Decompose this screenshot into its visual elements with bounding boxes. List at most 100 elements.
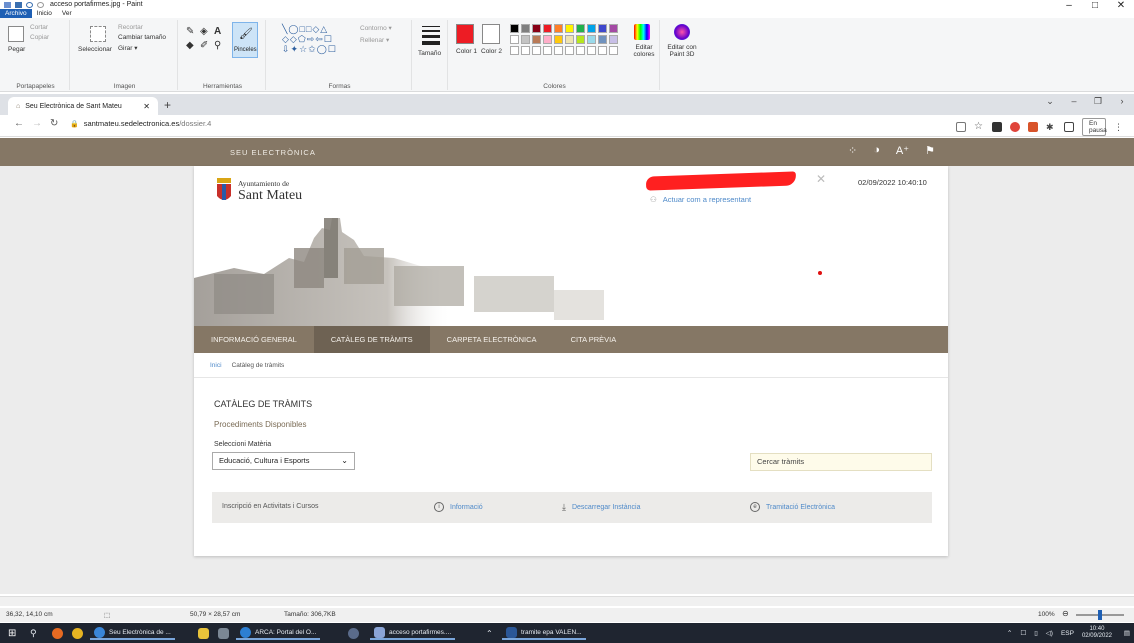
shapes-gallery-row3-icon[interactable]: ⇩✦☆✩◯☐ [282,44,337,55]
back-icon[interactable]: ← [14,118,24,129]
palette-empty-swatch[interactable] [587,46,596,55]
taskbar-app-word[interactable]: tramite epa VALEN... [502,626,586,640]
sidepanel-icon[interactable] [1064,122,1074,132]
contrast-icon[interactable]: ◑ [873,144,880,157]
select-button[interactable]: Seleccionar [78,46,112,53]
browser-menu-icon[interactable]: ⋮ [1114,122,1124,132]
palette-empty-swatch[interactable] [554,46,563,55]
browser-close-button[interactable]: › [1110,96,1134,107]
palette-swatch[interactable] [587,35,596,44]
address-bar[interactable]: 🔒 santmateu.sedelectronica.es/dossier.4 [70,119,211,128]
palette-empty-swatch[interactable] [521,46,530,55]
color2-swatch[interactable] [482,24,500,44]
calculator-icon[interactable] [218,626,229,640]
file-explorer-icon[interactable] [198,626,209,640]
volume-icon[interactable]: ◁) [1046,629,1053,637]
fill-button[interactable]: Rellenar ▾ [360,36,389,44]
fill-icon[interactable]: ◈ [200,26,208,37]
palette-empty-swatch[interactable] [532,46,541,55]
taskbar-app-seu[interactable]: Seu Electrònica de ... [90,626,175,640]
firefox-icon[interactable] [52,626,63,640]
palette-swatch[interactable] [587,24,596,33]
rotate-button[interactable]: Girar ▾ [118,44,138,52]
info-link[interactable]: i Informació [434,502,483,512]
paint3d-icon[interactable] [674,24,690,40]
start-windows-icon[interactable]: ⊞ [8,626,16,640]
new-tab-icon[interactable]: + [164,98,171,112]
tab-inicio[interactable]: Inicio [32,9,57,18]
palette-swatch[interactable] [609,24,618,33]
palette-swatch[interactable] [565,35,574,44]
app-circle-icon[interactable] [348,626,359,640]
palette-swatch[interactable] [521,35,530,44]
outline-button[interactable]: Contorno ▾ [360,24,392,32]
maximize-button[interactable]: □ [1082,0,1108,11]
paste-icon[interactable] [8,26,24,42]
tab-ver[interactable]: Ver [57,9,77,18]
profile-pause-button[interactable]: En pausa [1082,118,1107,136]
extension-dark-icon[interactable] [992,122,1002,132]
browser-restore-button[interactable]: ❐ [1086,96,1110,107]
palette-empty-swatch[interactable] [609,46,618,55]
zoom-out-icon[interactable]: ⊖ [1062,609,1069,618]
bookmark-star-icon[interactable]: ☆ [974,122,984,132]
flag-icon[interactable]: ⚑ [925,144,935,157]
size-button[interactable]: Tamaño [418,50,441,57]
extension-shield-icon[interactable] [1028,122,1038,132]
redo-icon[interactable] [37,1,44,8]
palette-swatch[interactable] [510,35,519,44]
close-tab-icon[interactable]: ✕ [143,102,150,111]
size-lines-icon[interactable] [422,26,440,45]
select-icon[interactable] [90,26,106,42]
palette-swatch[interactable] [565,24,574,33]
copy-button[interactable]: Copiar [30,34,49,41]
horizontal-scrollbar[interactable] [0,596,1134,606]
zoom-slider[interactable] [1076,610,1124,620]
chevron-up-icon[interactable]: ⌃ [486,626,493,640]
language-indicator[interactable]: ESP [1061,630,1074,637]
browser-tab[interactable]: ⌂ Seu Electrònica de Sant Mateu ✕ [8,97,158,115]
subject-select[interactable]: Educació, Cultura i Esports ⌄ [212,452,355,470]
font-size-icon[interactable]: A⁺ [896,144,909,157]
apps-grid-icon[interactable]: ⁘ [848,144,857,157]
nav-carpeta-electronica[interactable]: CARPETA ELECTRÒNICA [430,326,554,353]
palette-swatch[interactable] [554,35,563,44]
browser-minimize-button[interactable]: – [1062,96,1086,107]
magnifier-icon[interactable]: ⚲ [214,40,221,51]
palette-swatch[interactable] [609,35,618,44]
close-button[interactable]: ✕ [1108,0,1134,11]
tab-archivo[interactable]: Archivo [0,9,32,18]
brushes-button[interactable]: 🖌 Pinceles [232,22,258,58]
color2-label[interactable]: Color 2 [481,48,502,55]
palette-swatch[interactable] [554,24,563,33]
paste-button[interactable]: Pegar [8,46,25,53]
taskbar-app-arca[interactable]: ARCA: Portal del O... [236,626,321,640]
reload-icon[interactable]: ↻ [50,118,58,129]
nav-cataleg-de-tramits[interactable]: CATÀLEG DE TRÀMITS [313,326,430,353]
taskbar-app-paint[interactable]: acceso portafirmes.... [370,626,456,640]
extension-red-icon[interactable] [1010,122,1020,132]
palette-swatch[interactable] [576,35,585,44]
palette-swatch[interactable] [598,35,607,44]
undo-icon[interactable] [26,1,33,8]
zoom-slider-thumb[interactable] [1098,610,1102,620]
palette-swatch[interactable] [532,24,541,33]
notifications-icon[interactable]: ▤ [1124,626,1130,640]
search-icon[interactable]: ⚲ [30,626,37,640]
download-link[interactable]: ⤓ Descarregar Instància [562,502,640,513]
resize-button[interactable]: Cambiar tamaño [118,34,166,41]
nav-informacio-general[interactable]: INFORMACIÓ GENERAL [194,326,314,353]
logout-icon[interactable]: ✕ [816,172,826,186]
represent-link[interactable]: ⚇ Actuar com a representant [650,195,751,204]
edit-colors-button[interactable]: Editar colores [630,44,658,58]
edit-colors-icon[interactable] [634,24,650,40]
tray-expand-icon[interactable]: ⌃ [1007,629,1012,637]
palette-empty-swatch[interactable] [598,46,607,55]
color-picker-icon[interactable]: ✐ [200,40,208,51]
palette-empty-swatch[interactable] [565,46,574,55]
palette-swatch[interactable] [521,24,530,33]
nav-cita-previa[interactable]: CITA PRÈVIA [554,326,634,353]
pencil-icon[interactable]: ✎ [186,26,194,37]
palette-swatch[interactable] [576,24,585,33]
forward-icon[interactable]: → [32,118,42,129]
